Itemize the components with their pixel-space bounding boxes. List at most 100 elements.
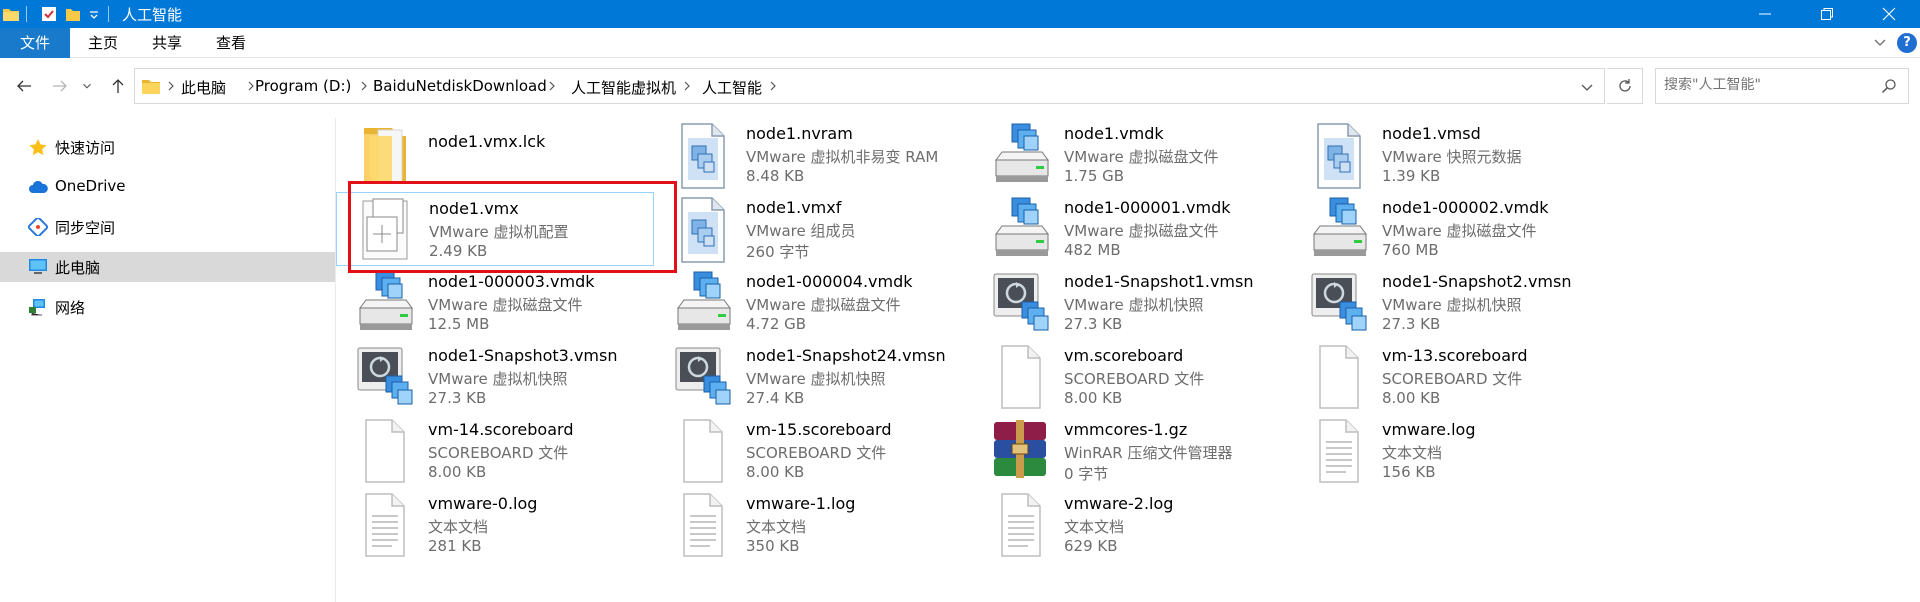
up-button[interactable]: [106, 74, 130, 98]
file-type: 文本文档: [428, 518, 489, 536]
file-item[interactable]: vmware.log 文本文档 156 KB: [1290, 414, 1608, 488]
file-item[interactable]: node1.vmxf VMware 组成员 260 字节: [654, 192, 972, 266]
file-item[interactable]: node1-000001.vmdk VMware 虚拟磁盘文件 482 MB: [972, 192, 1290, 266]
vmware-disk-icon: [1313, 197, 1367, 257]
file-type: VMware 虚拟磁盘文件: [1064, 148, 1219, 166]
restore-icon: [1821, 8, 1833, 20]
chevron-right-icon[interactable]: [681, 79, 693, 93]
vmware-doc-icon: [681, 197, 725, 263]
chevron-right-icon[interactable]: [165, 79, 177, 93]
chevron-right-icon[interactable]: [358, 79, 370, 93]
chevron-right-icon[interactable]: [546, 79, 558, 93]
file-type: VMware 虚拟磁盘文件: [1382, 222, 1537, 240]
chevron-right-icon[interactable]: [767, 79, 779, 93]
file-name: node1-000003.vmdk: [428, 272, 595, 291]
vmware-disk-icon: [995, 123, 1049, 183]
properties-icon[interactable]: [40, 5, 58, 23]
file-size: 27.3 KB: [1382, 315, 1441, 333]
file-size: 8.00 KB: [428, 463, 487, 481]
help-button[interactable]: ?: [1897, 33, 1917, 53]
customize-quick-access-icon[interactable]: [88, 5, 100, 23]
tab-file[interactable]: 文件: [0, 28, 70, 58]
maximize-button[interactable]: [1796, 0, 1858, 28]
breadcrumb-ai-vm[interactable]: 人工智能虚拟机: [571, 77, 676, 98]
breadcrumb-this-pc[interactable]: 此电脑: [181, 77, 226, 98]
file-item[interactable]: node1-Snapshot1.vmsn VMware 虚拟机快照 27.3 KB: [972, 266, 1290, 340]
file-item[interactable]: vm-14.scoreboard SCOREBOARD 文件 8.00 KB: [336, 414, 654, 488]
file-item[interactable]: vmware-0.log 文本文档 281 KB: [336, 488, 654, 562]
file-type: VMware 虚拟机快照: [1064, 296, 1204, 314]
file-size: 27.3 KB: [1064, 315, 1123, 333]
file-item[interactable]: node1.vmsd VMware 快照元数据 1.39 KB: [1290, 118, 1608, 192]
file-name: vm-15.scoreboard: [746, 420, 892, 439]
file-name: node1-000002.vmdk: [1382, 198, 1549, 217]
close-button[interactable]: [1858, 0, 1920, 28]
file-size: 27.4 KB: [746, 389, 805, 407]
file-item[interactable]: vmware-1.log 文本文档 350 KB: [654, 488, 972, 562]
file-item[interactable]: node1-Snapshot3.vmsn VMware 虚拟机快照 27.3 KB: [336, 340, 654, 414]
tab-home[interactable]: 主页: [78, 28, 128, 58]
winrar-icon: [993, 419, 1047, 479]
sidebar-item-label: 快速访问: [55, 139, 116, 157]
search-input[interactable]: [1664, 77, 1864, 93]
forward-button[interactable]: [48, 74, 72, 98]
file-item[interactable]: node1.nvram VMware 虚拟机非易变 RAM 8.48 KB: [654, 118, 972, 192]
breadcrumb-drive[interactable]: Program (D:): [255, 77, 351, 95]
refresh-button[interactable]: [1607, 68, 1643, 104]
file-type: 文本文档: [1064, 518, 1125, 536]
navigation-pane: 快速访问 OneDrive 同步空间 此电脑 网络: [0, 118, 335, 602]
sidebar-item-quick-access[interactable]: 快速访问: [0, 132, 335, 162]
file-item[interactable]: node1-000003.vmdk VMware 虚拟磁盘文件 12.5 MB: [336, 266, 654, 340]
tab-view[interactable]: 查看: [206, 28, 256, 58]
back-button[interactable]: [12, 74, 36, 98]
file-item[interactable]: node1-000002.vmdk VMware 虚拟磁盘文件 760 MB: [1290, 192, 1608, 266]
text-file-icon: [1319, 419, 1359, 483]
file-item[interactable]: vm-15.scoreboard SCOREBOARD 文件 8.00 KB: [654, 414, 972, 488]
file-size: 760 MB: [1382, 241, 1439, 259]
search-icon[interactable]: [1881, 78, 1897, 94]
file-name: node1-Snapshot3.vmsn: [428, 346, 618, 365]
search-box[interactable]: [1655, 68, 1909, 104]
vmware-snapshot-icon: [992, 272, 1050, 332]
computer-icon: [29, 259, 47, 274]
breadcrumb-ai[interactable]: 人工智能: [702, 77, 762, 98]
file-item[interactable]: vm-13.scoreboard SCOREBOARD 文件 8.00 KB: [1290, 340, 1608, 414]
file-item[interactable]: node1-Snapshot24.vmsn VMware 虚拟机快照 27.4 KB: [654, 340, 972, 414]
file-item[interactable]: node1.vmdk VMware 虚拟磁盘文件 1.75 GB: [972, 118, 1290, 192]
file-size: 27.3 KB: [428, 389, 487, 407]
address-bar[interactable]: 此电脑 Program (D:) BaiduNetdiskDownload 人工…: [134, 68, 1605, 104]
file-item[interactable]: node1-000004.vmdk VMware 虚拟磁盘文件 4.72 GB: [654, 266, 972, 340]
file-size: 1.39 KB: [1382, 167, 1441, 185]
close-icon: [1882, 7, 1896, 21]
file-item[interactable]: vmmcores-1.gz WinRAR 压缩文件管理器 0 字节: [972, 414, 1290, 488]
tab-share[interactable]: 共享: [142, 28, 192, 58]
file-type: WinRAR 压缩文件管理器: [1064, 444, 1233, 462]
sidebar-item-label: OneDrive: [55, 177, 126, 195]
file-type: VMware 快照元数据: [1382, 148, 1522, 166]
file-name: vm-14.scoreboard: [428, 420, 574, 439]
file-item[interactable]: vmware-2.log 文本文档 629 KB: [972, 488, 1290, 562]
sidebar-item-sync-space[interactable]: 同步空间: [0, 212, 335, 242]
breadcrumb-baidu[interactable]: BaiduNetdiskDownload: [373, 77, 547, 95]
recent-locations-button[interactable]: [80, 74, 94, 98]
file-item[interactable]: vm.scoreboard SCOREBOARD 文件 8.00 KB: [972, 340, 1290, 414]
expand-ribbon-icon[interactable]: [1872, 34, 1888, 50]
new-folder-icon[interactable]: [64, 5, 82, 23]
arrow-left-icon: [17, 80, 31, 92]
file-type: SCOREBOARD 文件: [428, 444, 569, 462]
minimize-button[interactable]: [1734, 0, 1796, 28]
file-size: 8.00 KB: [1064, 389, 1123, 407]
file-size: 281 KB: [428, 537, 482, 555]
file-name: node1.nvram: [746, 124, 853, 143]
file-type: VMware 虚拟磁盘文件: [428, 296, 583, 314]
blank-file-icon: [1001, 345, 1041, 409]
file-size: 8.48 KB: [746, 167, 805, 185]
sidebar-item-network[interactable]: 网络: [0, 292, 335, 322]
file-type: 文本文档: [1382, 444, 1443, 462]
sidebar-item-this-pc[interactable]: 此电脑: [0, 252, 335, 282]
file-item[interactable]: node1-Snapshot2.vmsn VMware 虚拟机快照 27.3 KB: [1290, 266, 1608, 340]
vmware-disk-icon: [359, 271, 413, 331]
file-name: vmware-2.log: [1064, 494, 1174, 513]
address-history-icon[interactable]: [1579, 79, 1595, 95]
sidebar-item-onedrive[interactable]: OneDrive: [0, 172, 335, 202]
